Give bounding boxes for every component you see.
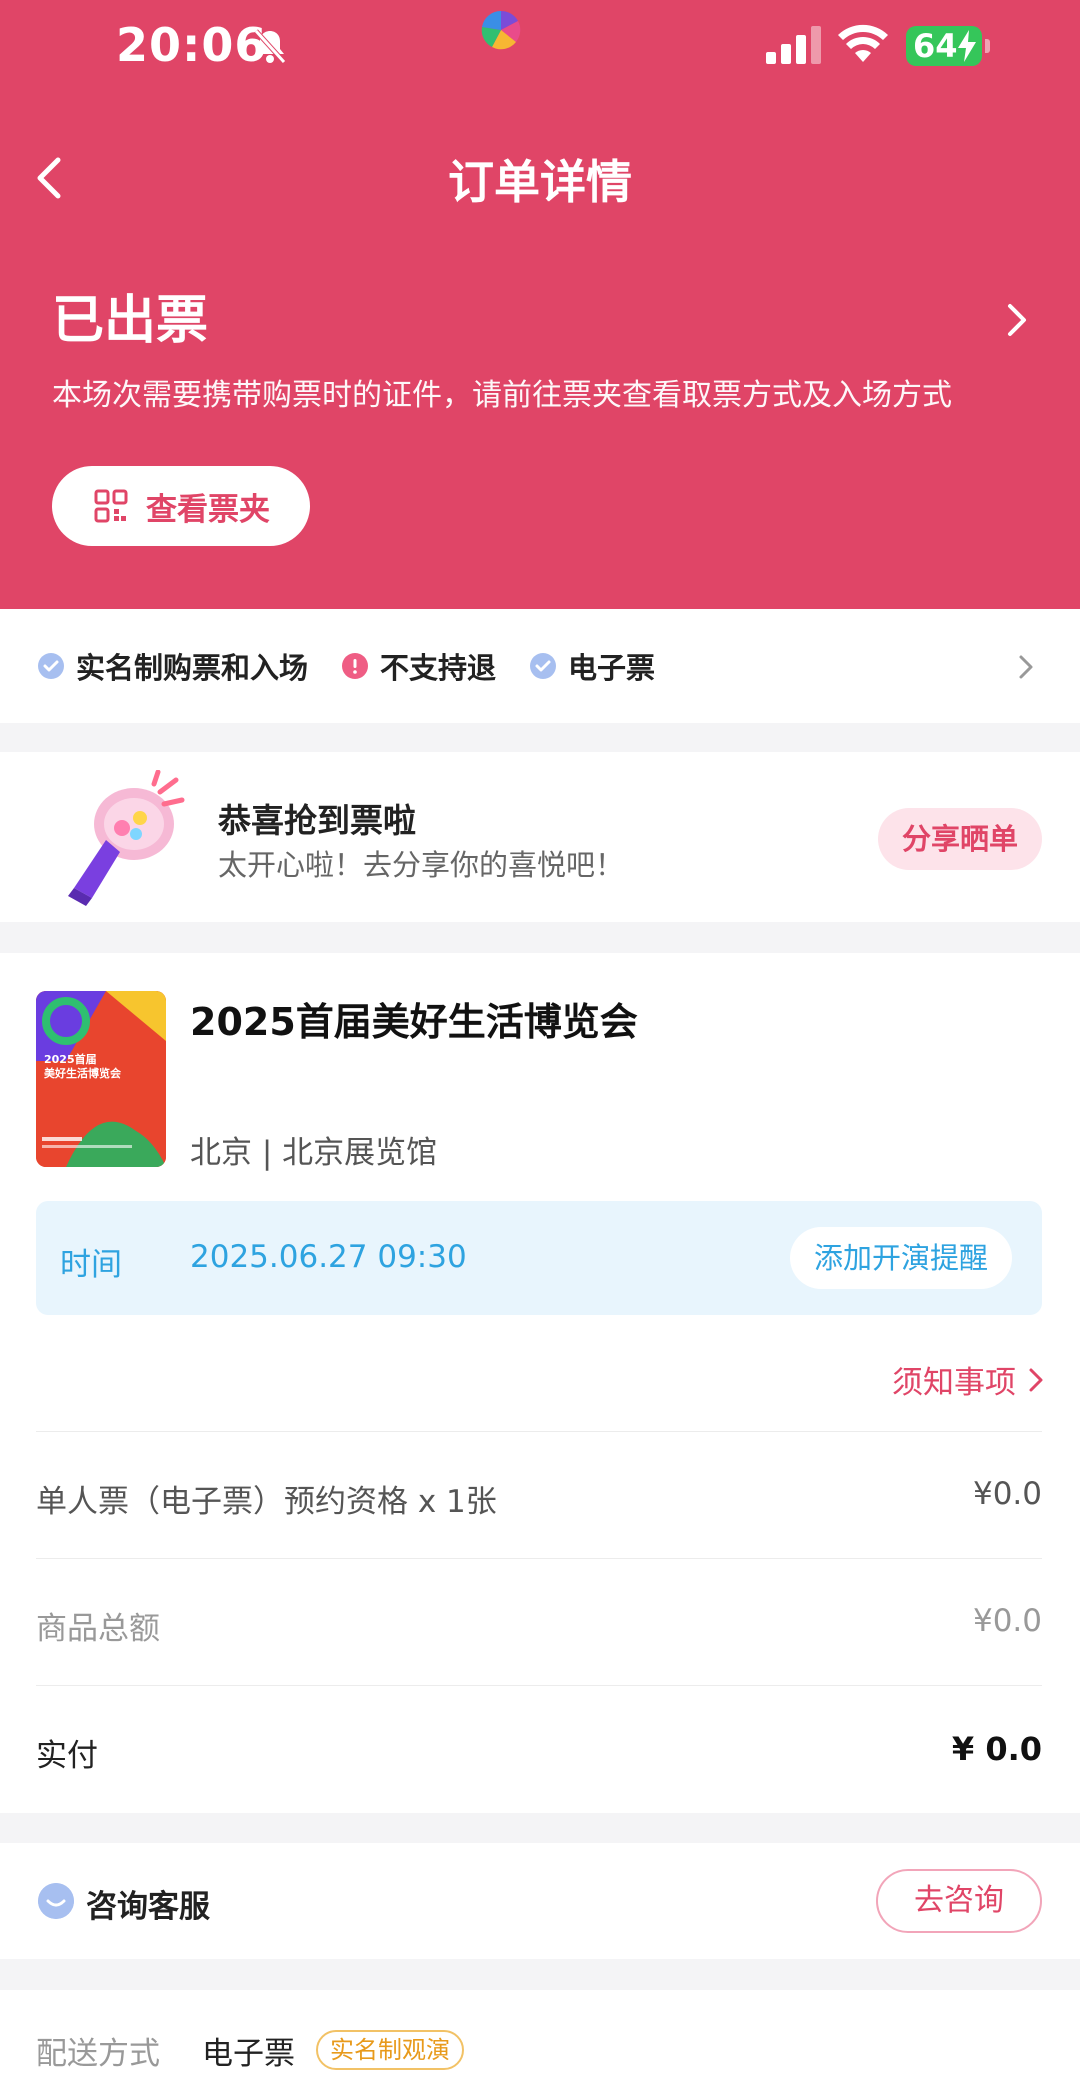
status-time: 20:06	[116, 18, 268, 72]
event-time-label: 时间	[60, 1247, 122, 1283]
nav-bar: 订单详情	[0, 130, 1080, 222]
ticket-policy-tags[interactable]: 实名制购票和入场 不支持退 电子票	[0, 609, 1080, 723]
price-row-subtotal: 商品总额 ¥0.0	[36, 1558, 1042, 1684]
tag-no-refund: 不支持退	[342, 645, 496, 687]
tag-label: 不支持退	[380, 651, 497, 685]
price-row-item: 单人票（电子票）预约资格 x 1张 ¥0.0	[36, 1431, 1042, 1557]
congrats-subtitle: 太开心啦！去分享你的喜悦吧！	[218, 848, 625, 882]
paid-value: ¥ 0.0	[951, 1730, 1042, 1768]
event-poster[interactable]: 2025首届 美好生活博览会	[36, 991, 166, 1167]
event-title[interactable]: 2025首届美好生活博览会	[190, 991, 638, 1046]
price-row-paid: 实付 ¥ 0.0	[36, 1685, 1042, 1811]
congrats-title: 恭喜抢到票啦	[218, 801, 416, 840]
delivery-label: 配送方式	[36, 2036, 160, 2072]
chevron-right-icon	[1019, 655, 1033, 679]
battery-indicator: 64	[906, 26, 990, 66]
event-venue: 北京 | 北京展览馆	[190, 1135, 438, 1171]
check-badge-icon	[38, 653, 64, 679]
status-bar: 20:06 64	[0, 0, 1080, 92]
tag-real-name: 实名制购票和入场	[38, 645, 308, 687]
order-status-header: 20:06 64 订单详情 已出票 本场次需要携带购票时的证件，请前往票夹查看取…	[0, 0, 1080, 609]
customer-service-row: 咨询客服 去咨询	[0, 1843, 1080, 1959]
megaphone-illustration-icon	[68, 770, 185, 906]
delivery-row: 配送方式 电子票 实名制观演	[0, 1990, 1080, 2093]
app-logo-icon	[481, 10, 521, 50]
congrats-banner: 恭喜抢到票啦 太开心啦！去分享你的喜悦吧！ 分享晒单	[0, 752, 1080, 922]
delivery-value: 电子票	[202, 2036, 295, 2072]
add-reminder-button[interactable]: 添加开演提醒	[790, 1227, 1013, 1289]
svg-text:2025首届: 2025首届	[44, 1052, 97, 1066]
price-item-label: 单人票（电子票）预约资格 x 1张	[36, 1484, 497, 1520]
chevron-right-icon	[1029, 1368, 1043, 1391]
tag-label: 实名制购票和入场	[76, 651, 309, 685]
cellular-signal-icon	[766, 26, 821, 64]
exclamation-badge-icon	[342, 653, 369, 679]
page-title: 订单详情	[448, 155, 632, 209]
tag-e-ticket: 电子票	[530, 645, 655, 687]
view-ticket-wallet-button[interactable]: 查看票夹	[52, 466, 310, 546]
customer-service-label: 咨询客服	[86, 1889, 210, 1925]
tag-label: 电子票	[568, 651, 656, 685]
price-item-value: ¥0.0	[972, 1476, 1042, 1512]
order-status-description: 本场次需要携带购票时的证件，请前往票夹查看取票方式及入场方式	[52, 378, 952, 413]
notice-link-label: 须知事项	[892, 1365, 1016, 1401]
event-time-value: 2025.06.27 09:30	[190, 1239, 467, 1275]
charging-bolt-icon	[958, 30, 976, 62]
app-logo	[480, 8, 522, 52]
subtotal-label: 商品总额	[36, 1611, 160, 1647]
chevron-right-icon[interactable]	[1002, 300, 1032, 340]
real-name-badge: 实名制观演	[316, 2030, 464, 2070]
event-card: 2025首届 美好生活博览会 2025首届美好生活博览会 北京 | 北京展览馆 …	[0, 953, 1080, 1813]
svg-text:美好生活博览会: 美好生活博览会	[44, 1066, 122, 1080]
wifi-icon	[838, 24, 888, 62]
subtotal-value: ¥0.0	[972, 1603, 1042, 1639]
battery-level: 64	[913, 27, 958, 65]
paid-label: 实付	[36, 1738, 98, 1774]
qr-code-icon	[94, 489, 128, 523]
order-status-title[interactable]: 已出票	[52, 278, 208, 353]
consult-button[interactable]: 去咨询	[876, 1869, 1042, 1933]
event-time-box: 时间 2025.06.27 09:30 添加开演提醒	[36, 1201, 1042, 1315]
bell-muted-icon	[254, 29, 286, 64]
check-badge-icon	[530, 653, 557, 679]
view-ticket-wallet-label: 查看票夹	[146, 491, 270, 528]
chat-bubble-icon	[38, 1883, 74, 1919]
share-order-button[interactable]: 分享晒单	[878, 808, 1042, 870]
event-poster-image: 2025首届 美好生活博览会	[36, 991, 166, 1167]
notice-link[interactable]: 须知事项	[892, 1357, 1044, 1402]
